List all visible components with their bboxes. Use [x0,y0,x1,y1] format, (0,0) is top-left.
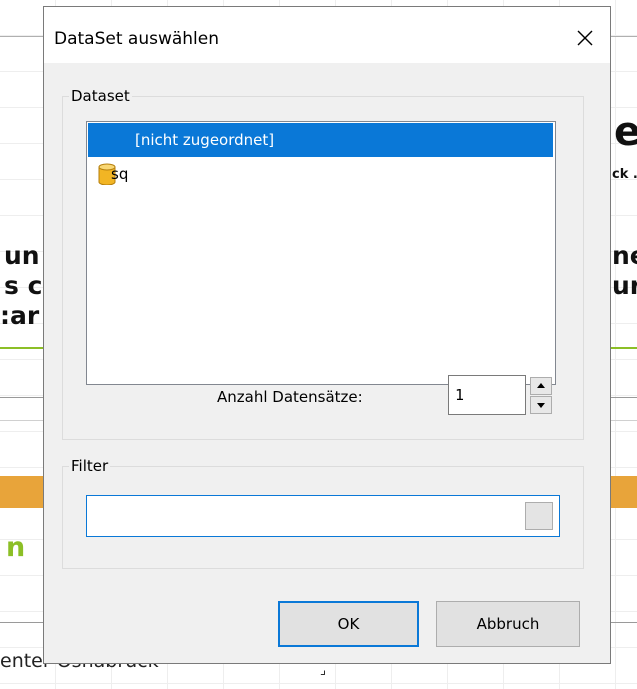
dialog-title: DataSet auswählen [54,29,220,49]
spin-down-button[interactable] [530,396,552,414]
bg-heading-fragment: s c [4,271,43,300]
bg-heading-fragment: un [4,241,40,270]
record-count-input[interactable]: 1 [448,375,526,415]
chevron-down-icon [537,403,545,408]
list-item-label: sq [111,165,129,183]
dataset-dialog: DataSet auswählen Dataset [nicht zugeord… [43,6,611,664]
dataset-list[interactable]: [nicht zugeordnet] sq [86,121,556,385]
bg-title-fragment: er [614,112,637,152]
bg-heading-fragment: :ar [0,301,40,330]
filter-browse-button[interactable] [525,502,553,530]
bg-green-text: n [6,532,26,563]
spin-up-button[interactable] [530,377,552,395]
filter-input[interactable] [86,495,560,537]
bg-heading-fragment: ur [612,271,637,300]
record-count-value: 1 [455,386,465,404]
list-item-label: [nicht zugeordnet] [135,131,275,149]
dataset-group-legend: Dataset [69,86,132,106]
dialog-titlebar[interactable]: DataSet auswählen [44,7,610,63]
bg-heading-fragment: ne [612,241,637,270]
bg-corner-mark: ⌟ [320,663,327,678]
bg-subtitle-fragment: ck . [612,167,637,182]
ok-button[interactable]: OK [278,601,419,647]
cancel-button[interactable]: Abbruch [436,601,580,647]
chevron-up-icon [537,383,545,388]
filter-group-legend: Filter [69,456,111,476]
list-item-sq[interactable]: sq [88,157,555,191]
bg-rule [0,36,44,37]
list-item-not-assigned[interactable]: [nicht zugeordnet] [88,123,553,157]
bg-rule [611,36,637,37]
close-icon[interactable] [568,21,602,55]
record-count-label: Anzahl Datensätze: [217,388,363,406]
